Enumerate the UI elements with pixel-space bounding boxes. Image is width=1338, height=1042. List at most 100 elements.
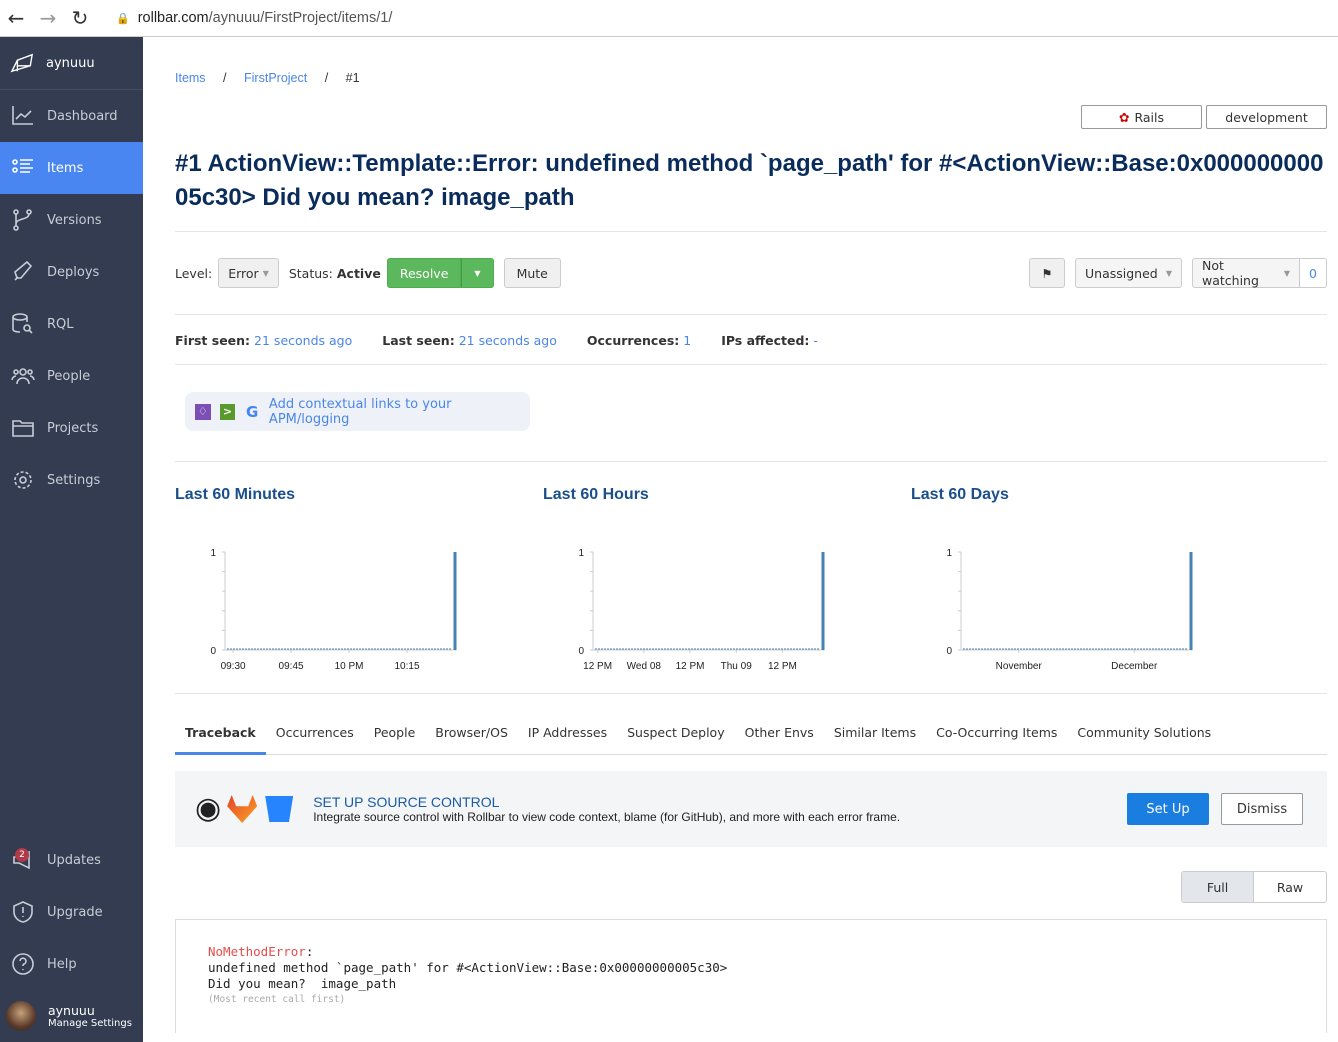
assignee-value: Unassigned xyxy=(1085,265,1158,281)
x-tick-label: 09:45 xyxy=(279,661,304,672)
environment-button[interactable]: development xyxy=(1206,105,1327,129)
sidebar-item-label: Dashboard xyxy=(47,108,118,124)
last-seen-label: Last seen: xyxy=(382,333,455,348)
forward-icon[interactable]: → xyxy=(32,6,64,30)
mute-button[interactable]: Mute xyxy=(503,258,561,288)
sidebar-item-label: Items xyxy=(47,160,84,176)
datadog-icon: ♢ xyxy=(195,403,211,420)
setup-button[interactable]: Set Up xyxy=(1127,793,1209,825)
apm-link-text: Add contextual links to your APM/logging xyxy=(268,396,452,427)
tab-traceback[interactable]: Traceback xyxy=(175,717,266,755)
chart-svg: 0 1 09:30 09:45 10 PM 10:15 xyxy=(210,548,457,672)
x-tick-label: December xyxy=(1111,661,1158,672)
occurrences-value[interactable]: 1 xyxy=(683,333,691,348)
dismiss-button[interactable]: Dismiss xyxy=(1221,793,1303,825)
back-icon[interactable]: ← xyxy=(0,6,32,30)
bitbucket-icon xyxy=(265,796,294,822)
tab-similar-items[interactable]: Similar Items xyxy=(824,717,926,755)
sidebar-item-upgrade[interactable]: Upgrade xyxy=(0,886,143,938)
tab-co-occurring-items[interactable]: Co-Occurring Items xyxy=(926,717,1067,755)
sidebar-item-items[interactable]: Items xyxy=(0,142,143,194)
sidebar-item-versions[interactable]: Versions xyxy=(0,194,143,246)
framework-button[interactable]: ✿ Rails xyxy=(1081,105,1202,129)
google-icon: G xyxy=(245,402,259,421)
first-seen-link[interactable]: 21 seconds ago xyxy=(254,333,352,348)
y-tick-label: 1 xyxy=(946,548,952,559)
updates-badge: 2 xyxy=(15,848,29,862)
chart-last-60-minutes: 0 1 09:30 09:45 10 PM 10:15 xyxy=(200,542,500,677)
level-label: Level: xyxy=(175,265,213,281)
y-tick-label: 0 xyxy=(210,646,216,657)
breadcrumb-separator: / xyxy=(324,71,329,85)
chevron-down-icon: ▼ xyxy=(1283,268,1290,278)
divider xyxy=(175,314,1327,315)
resolve-dropdown[interactable]: ▼ xyxy=(461,258,494,288)
chart-line-icon xyxy=(11,104,35,128)
sidebar-item-dashboard[interactable]: Dashboard xyxy=(0,90,143,142)
tab-browser-os[interactable]: Browser/OS xyxy=(425,717,518,755)
url-path: /aynuuu/FirstProject/items/1/ xyxy=(208,10,393,26)
tab-ip-addresses[interactable]: IP Addresses xyxy=(518,717,617,755)
breadcrumb-items[interactable]: Items xyxy=(175,71,206,85)
tab-people[interactable]: People xyxy=(364,717,426,755)
status-label-text: Status: xyxy=(288,265,333,281)
tab-other-envs[interactable]: Other Envs xyxy=(735,717,824,755)
flag-button[interactable]: ⚑ xyxy=(1029,258,1065,288)
chart-title-days: Last 60 Days xyxy=(911,486,1009,503)
account-switcher[interactable]: aynuuu xyxy=(0,37,143,90)
y-tick-label: 1 xyxy=(210,548,216,559)
breadcrumb-current: #1 xyxy=(345,71,360,85)
last-seen-link[interactable]: 21 seconds ago xyxy=(459,333,557,348)
y-tick-label: 1 xyxy=(578,548,584,559)
x-tick-label: 10 PM xyxy=(335,661,364,672)
sidebar-item-people[interactable]: People xyxy=(0,350,143,402)
sidebar: aynuuu Dashboard Items Versions Deploys RQL P… xyxy=(0,37,143,1042)
database-search-icon xyxy=(11,312,35,336)
chart-svg: 0 1 12 PM Wed 08 12 PM Thu 09 12 PM xyxy=(578,548,825,672)
sidebar-item-updates[interactable]: 2 Updates xyxy=(0,834,143,886)
flag-icon: ⚑ xyxy=(1041,265,1053,281)
assignee-dropdown[interactable]: Unassigned ▼ xyxy=(1075,258,1182,288)
item-tabs: Traceback Occurrences People Browser/OS IP A… xyxy=(175,717,1327,755)
sidebar-item-projects[interactable]: Projects xyxy=(0,402,143,454)
sidebar-item-deploys[interactable]: Deploys xyxy=(0,246,143,298)
address-bar[interactable]: 🔒 rollbar.com/aynuuu/FirstProject/items/1… xyxy=(116,10,392,26)
breadcrumb-project[interactable]: FirstProject xyxy=(244,71,307,85)
full-view-button[interactable]: Full xyxy=(1182,872,1254,902)
sidebar-item-settings[interactable]: Settings xyxy=(0,454,143,506)
ips-value[interactable]: - xyxy=(813,333,818,348)
sidebar-item-rql[interactable]: RQL xyxy=(0,298,143,350)
apm-links-banner[interactable]: ♢ > G Add contextual links to your APM/l… xyxy=(185,392,530,431)
people-icon xyxy=(11,364,35,388)
scm-title: SET UP SOURCE CONTROL xyxy=(313,794,500,810)
ips-label: IPs affected: xyxy=(721,333,810,348)
folder-icon xyxy=(11,416,35,440)
divider xyxy=(175,461,1327,462)
x-tick-label: 09:30 xyxy=(221,661,246,672)
watch-dropdown[interactable]: Not watching ▼ xyxy=(1192,258,1300,288)
tab-occurrences[interactable]: Occurrences xyxy=(266,717,364,755)
reload-icon[interactable]: ↻ xyxy=(64,6,96,30)
x-tick-label: 12 PM xyxy=(676,661,705,672)
chart-title-hours: Last 60 Hours xyxy=(543,486,649,503)
source-control-banner: ◉ SET UP SOURCE CONTROL Integrate source… xyxy=(175,771,1327,847)
chart-title-minutes: Last 60 Minutes xyxy=(175,486,296,503)
level-value: Error xyxy=(228,265,259,281)
tab-community-solutions[interactable]: Community Solutions xyxy=(1067,717,1221,755)
framework-label: Rails xyxy=(1134,109,1164,125)
resolve-button[interactable]: Resolve xyxy=(386,258,462,288)
account-name: aynuuu xyxy=(46,55,95,71)
x-tick-label: Wed 08 xyxy=(627,661,662,672)
watch-count[interactable]: 0 xyxy=(1300,258,1327,288)
error-message: undefined method `page_path' for #<Actio… xyxy=(208,960,728,975)
manage-settings-link[interactable]: Manage Settings xyxy=(48,1018,132,1029)
list-icon xyxy=(11,156,35,180)
user-menu[interactable]: aynuuu Manage Settings xyxy=(0,990,143,1042)
sidebar-item-help[interactable]: Help xyxy=(0,938,143,990)
tab-suspect-deploy[interactable]: Suspect Deploy xyxy=(617,717,735,755)
user-name: aynuuu xyxy=(48,1003,95,1018)
browser-bar: ← → ↻ 🔒 rollbar.com/aynuuu/FirstProject/i… xyxy=(0,0,1338,37)
raw-view-button[interactable]: Raw xyxy=(1254,872,1326,902)
level-dropdown[interactable]: Error ▼ xyxy=(218,258,279,288)
chart-last-60-hours: 0 1 12 PM Wed 08 12 PM Thu 09 12 PM xyxy=(568,542,868,677)
